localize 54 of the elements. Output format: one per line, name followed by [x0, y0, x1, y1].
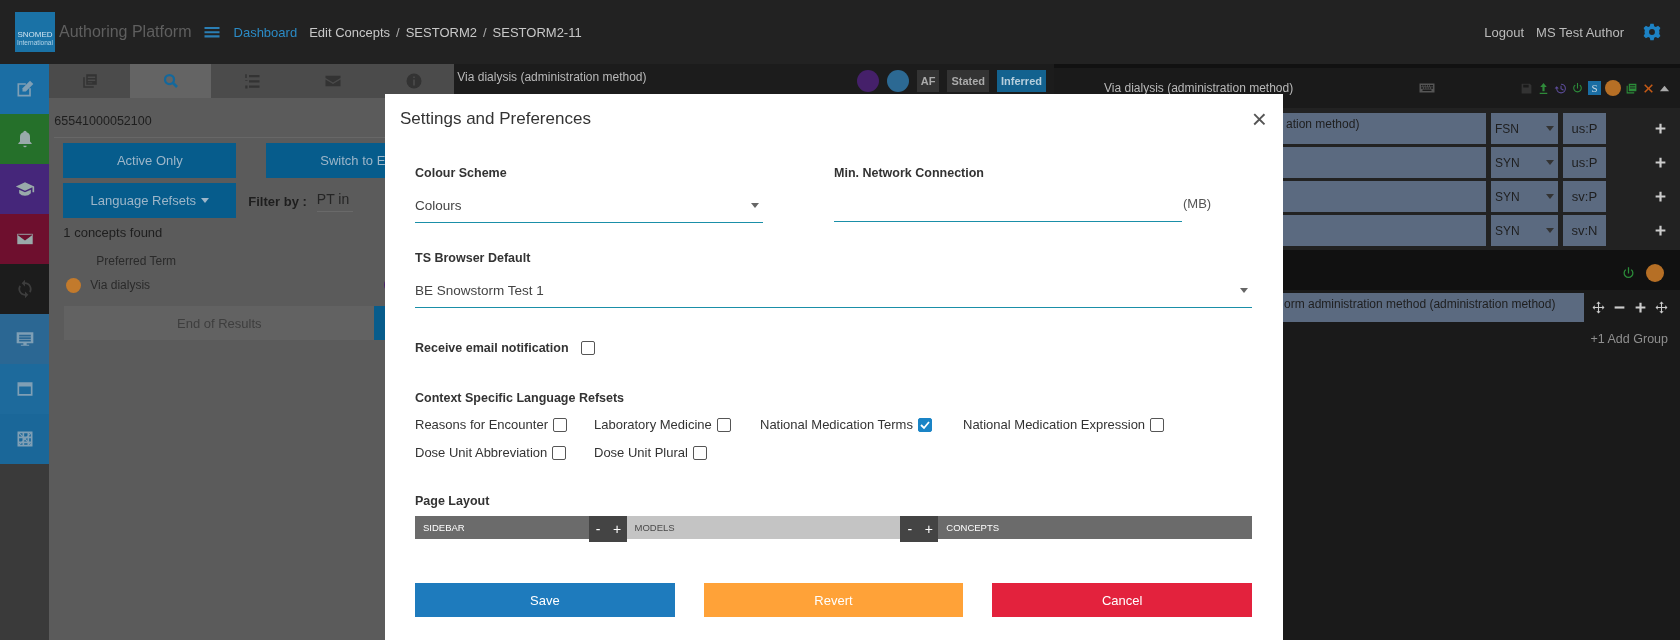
language-refsets-dropdown[interactable]: Language Refsets [63, 183, 237, 218]
close-button[interactable]: × [1251, 106, 1267, 132]
section-label: Page Layout [415, 494, 491, 508]
app-title: Authoring Platform [59, 23, 192, 41]
unit-label: (MB) [1183, 195, 1212, 211]
checkbox-label: Dose Unit Abbreviation [415, 445, 548, 460]
shrink-button[interactable]: - [900, 521, 920, 537]
concept-title: Via dialysis (administration method) [457, 69, 648, 84]
save-button[interactable]: Save [415, 583, 675, 617]
ts-browser-select[interactable]: BE Snowstorm Test 1 [415, 273, 1252, 308]
checkbox-label: Dose Unit Plural [594, 445, 688, 460]
add-group-link[interactable]: +1 Add Group [1590, 332, 1668, 346]
dialog-title: Settings and Preferences [400, 109, 591, 129]
checkbox-label: Laboratory Medicine [594, 417, 712, 432]
grow-button[interactable]: + [607, 521, 627, 537]
result-count: 1 concepts found [62, 224, 164, 240]
concept-id: 65541000052100 [54, 114, 152, 128]
language-field[interactable]: sv:P [1563, 181, 1606, 212]
type-dropdown[interactable]: FSN [1491, 113, 1558, 144]
field-label: Min. Network Connection [834, 166, 985, 180]
breadcrumb-item[interactable]: SESTORM2 [405, 24, 477, 40]
colour-scheme-select[interactable]: Colours [415, 188, 763, 223]
grow-button[interactable]: + [919, 521, 939, 537]
breadcrumb-separator: / [396, 24, 400, 40]
language-field[interactable]: us:P [1563, 113, 1606, 144]
breadcrumb-item[interactable]: Edit Concepts [309, 24, 391, 40]
checkbox-label: National Medication Expression [963, 417, 1146, 432]
s-badge[interactable]: S [1588, 81, 1601, 95]
layout-segment: CONCEPTS [938, 516, 1252, 539]
dashboard-link[interactable]: Dashboard [233, 24, 298, 40]
breadcrumb-separator: / [482, 24, 487, 40]
view-toggle[interactable]: Inferred [997, 70, 1046, 92]
field-label: TS Browser Default [415, 251, 532, 265]
view-toggle[interactable]: AF [916, 70, 940, 92]
type-dropdown[interactable]: SYN [1491, 215, 1558, 246]
filter-label: Filter by : [248, 194, 307, 209]
view-toggle[interactable]: Stated [947, 70, 990, 92]
language-field[interactable]: us:P [1563, 147, 1606, 178]
checkbox-label: National Medication Terms [760, 417, 913, 432]
logout-link[interactable]: Logout [1484, 24, 1525, 40]
shrink-button[interactable]: - [588, 521, 608, 537]
type-dropdown[interactable]: SYN [1491, 147, 1558, 178]
layout-segment: SIDEBAR [415, 516, 589, 539]
active-only-button[interactable]: Active Only [63, 143, 237, 178]
checkbox-label: Reasons for Encounter [415, 417, 548, 432]
layout-segment: MODELS [626, 516, 901, 539]
concept-title: Via dialysis (administration method) [1104, 81, 1294, 95]
section-label: Context Specific Language Refsets [415, 391, 626, 405]
user-name-link[interactable]: MS Test Author [1536, 24, 1624, 40]
breadcrumb-item[interactable]: SESTORM2-11 [492, 24, 582, 40]
type-dropdown[interactable]: SYN [1491, 181, 1558, 212]
field-label: Receive email notification [415, 341, 569, 355]
cancel-button[interactable]: Cancel [992, 583, 1252, 617]
language-field[interactable]: sv:N [1563, 215, 1606, 246]
